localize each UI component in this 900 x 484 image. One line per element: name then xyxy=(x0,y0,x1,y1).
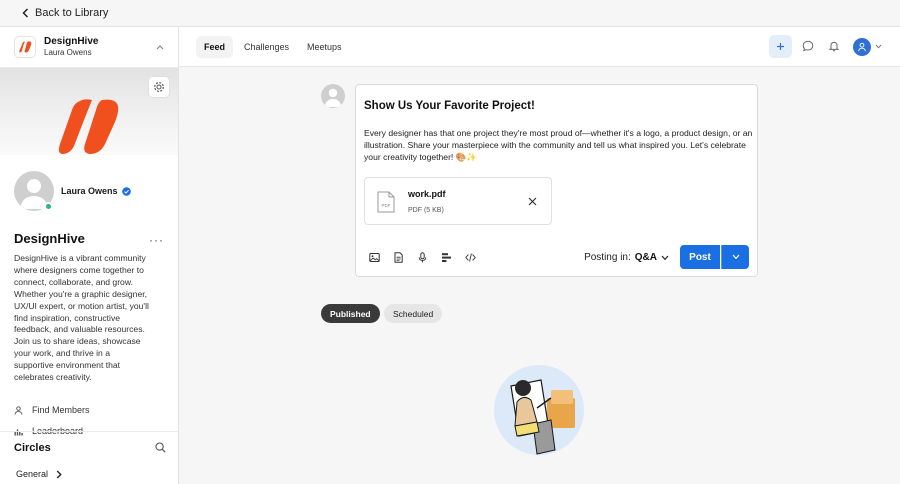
posting-in-value: Q&A xyxy=(634,252,657,263)
circles-header: Circles xyxy=(0,431,178,464)
profile-name[interactable]: Laura Owens xyxy=(61,186,131,196)
chevron-left-icon xyxy=(22,8,29,18)
community-title: DesignHive xyxy=(14,231,85,246)
profile-section: Laura Owens xyxy=(0,155,178,225)
top-bar: Back to Library xyxy=(0,0,900,27)
posting-in-label: Posting in: xyxy=(584,252,631,263)
sidebar-item-label: General xyxy=(16,469,49,479)
avatar xyxy=(321,84,345,108)
banner-settings-button[interactable] xyxy=(148,76,170,98)
online-status-dot xyxy=(44,202,53,211)
composer-toolbar xyxy=(369,252,476,263)
close-icon[interactable] xyxy=(528,197,537,206)
sidebar-item-find-members[interactable]: Find Members xyxy=(0,400,178,421)
attachment-name: work.pdf xyxy=(408,189,446,199)
brand-logo-icon xyxy=(58,99,119,154)
sidebar: DesignHive Laura Owens Laura Owens Desig… xyxy=(0,27,179,484)
pdf-icon-label: PDF xyxy=(382,203,391,208)
microphone-icon[interactable] xyxy=(417,252,428,263)
default-avatar-icon xyxy=(324,88,342,107)
brand-logo-icon xyxy=(18,41,31,53)
post-options-button[interactable] xyxy=(721,245,749,269)
bell-icon[interactable] xyxy=(828,40,840,52)
main-header: Feed Challenges Meetups xyxy=(179,27,900,67)
filter-scheduled[interactable]: Scheduled xyxy=(384,304,443,323)
filter-published[interactable]: Published xyxy=(321,304,380,323)
document-icon[interactable] xyxy=(393,252,404,263)
chevron-down-icon[interactable] xyxy=(875,44,882,49)
feed-main: Show Us Your Favorite Project! Every des… xyxy=(179,67,900,484)
post-title-input[interactable]: Show Us Your Favorite Project! xyxy=(364,100,535,112)
tab-challenges[interactable]: Challenges xyxy=(236,36,297,58)
sidebar-item-label: Find Members xyxy=(32,405,90,416)
back-label: Back to Library xyxy=(35,7,109,19)
circles-title: Circles xyxy=(14,442,51,454)
community-banner xyxy=(0,68,178,155)
community-name: DesignHive xyxy=(44,36,99,47)
code-icon[interactable] xyxy=(465,252,476,263)
person-icon xyxy=(14,406,23,415)
search-icon[interactable] xyxy=(155,442,166,453)
post-composer[interactable]: Show Us Your Favorite Project! Every des… xyxy=(355,84,758,277)
community-owner: Laura Owens xyxy=(44,48,92,57)
verified-badge-icon xyxy=(121,186,131,196)
more-options-icon[interactable]: ··· xyxy=(149,233,164,247)
community-description: DesignHive is a vibrant community where … xyxy=(14,253,149,383)
sidebar-item-general[interactable]: General xyxy=(16,469,62,479)
back-to-library-link[interactable]: Back to Library xyxy=(22,7,108,19)
image-icon[interactable] xyxy=(369,252,380,263)
user-icon xyxy=(858,42,866,52)
profile-name-label: Laura Owens xyxy=(61,186,118,196)
chevron-down-icon xyxy=(732,254,739,260)
attachment-meta: PDF (5 KB) xyxy=(408,207,444,214)
plus-icon xyxy=(777,43,784,50)
create-button[interactable] xyxy=(769,35,792,58)
tab-feed[interactable]: Feed xyxy=(196,36,234,58)
user-avatar-button[interactable] xyxy=(853,38,871,56)
posting-in-selector[interactable]: Posting in: Q&A xyxy=(584,252,669,263)
gear-icon xyxy=(154,82,164,92)
poll-icon[interactable] xyxy=(441,252,452,263)
chevron-down-icon xyxy=(661,255,669,260)
empty-state-illustration xyxy=(494,365,584,455)
tab-meetups[interactable]: Meetups xyxy=(299,36,350,58)
chevron-up-icon[interactable] xyxy=(156,44,164,50)
pdf-file-icon: PDF xyxy=(377,191,395,213)
chevron-right-icon xyxy=(56,470,62,478)
chat-icon[interactable] xyxy=(802,40,814,52)
attachment-card: PDF work.pdf PDF (5 KB) xyxy=(364,177,552,225)
post-button[interactable]: Post xyxy=(680,245,720,269)
post-body-input[interactable]: Every designer has that one project they… xyxy=(364,127,754,163)
community-switcher[interactable]: DesignHive Laura Owens xyxy=(0,27,178,68)
community-logo xyxy=(14,36,36,58)
